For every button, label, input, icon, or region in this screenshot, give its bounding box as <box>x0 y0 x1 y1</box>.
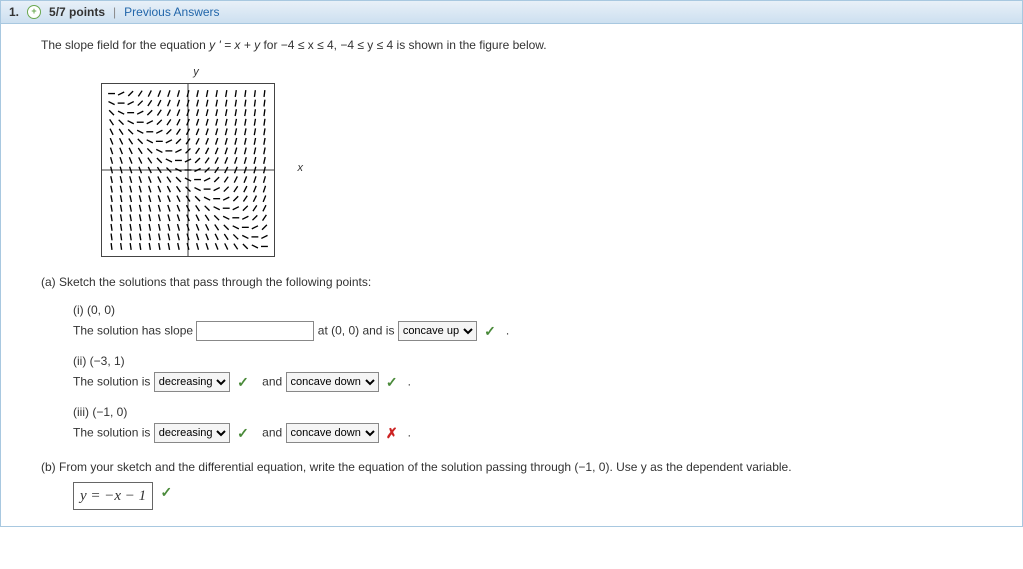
a-iii-select1[interactable]: decreasing <box>154 423 230 443</box>
header-divider: | <box>113 5 116 19</box>
part-b: (b) From your sketch and the differentia… <box>41 458 992 511</box>
a-i-point: (i) (0, 0) <box>73 301 992 319</box>
question-content: The slope field for the equation y ' = x… <box>1 24 1022 526</box>
part-b-label: (b) From your sketch and the differentia… <box>41 458 992 476</box>
a-ii-line: The solution is decreasing ✓ and concave… <box>73 372 992 393</box>
part-a: (a) Sketch the solutions that pass throu… <box>41 273 992 444</box>
a-ii-point: (ii) (−3, 1) <box>73 352 992 370</box>
problem-statement: The slope field for the equation y ' = x… <box>41 36 992 54</box>
check-icon: ✓ <box>386 374 398 390</box>
a-i-t2: at (0, 0) and is <box>318 323 398 337</box>
question-panel: 1. + 5/7 points | Previous Answers The s… <box>0 0 1023 527</box>
a-ii-select2[interactable]: concave down <box>286 372 379 392</box>
part-b-answer-box[interactable]: y = −x − 1 <box>73 482 153 511</box>
part-b-answer: y = −x − 1 <box>80 488 146 504</box>
part-a-ii: (ii) (−3, 1) The solution is decreasing … <box>73 352 992 393</box>
prompt-eq: y ' = x + y <box>209 38 260 52</box>
prompt-t1: The slope field for the equation <box>41 38 209 52</box>
a-iii-t3: . <box>408 425 411 439</box>
a-ii-select1[interactable]: decreasing <box>154 372 230 392</box>
part-a-label: (a) Sketch the solutions that pass throu… <box>41 273 992 291</box>
x-axis-label: x <box>298 160 304 177</box>
a-i-t3: . <box>506 323 509 337</box>
check-icon: ✓ <box>484 323 496 339</box>
previous-answers-link[interactable]: Previous Answers <box>124 5 219 19</box>
prompt-t2: for <box>263 38 280 52</box>
check-icon: ✓ <box>237 374 249 390</box>
y-axis-label: y <box>101 64 291 81</box>
a-iii-line: The solution is decreasing ✓ and concave… <box>73 423 992 444</box>
prompt-range: −4 ≤ x ≤ 4, −4 ≤ y ≤ 4 <box>281 38 393 52</box>
a-i-select[interactable]: concave up <box>398 321 477 341</box>
prompt-t3: is shown in the figure below. <box>397 38 547 52</box>
a-iii-t2: and <box>259 425 286 439</box>
a-iii-select2[interactable]: concave down <box>286 423 379 443</box>
slope-field-figure: y x <box>101 64 291 257</box>
part-a-iii: (iii) (−1, 0) The solution is decreasing… <box>73 403 992 444</box>
part-a-i: (i) (0, 0) The solution has slope at (0,… <box>73 301 992 342</box>
points-text: 5/7 points <box>49 5 105 19</box>
cross-icon: ✗ <box>386 425 398 441</box>
a-iii-t1: The solution is <box>73 425 154 439</box>
check-icon: ✓ <box>237 425 249 441</box>
a-i-line: The solution has slope at (0, 0) and is … <box>73 321 992 342</box>
plus-icon[interactable]: + <box>27 5 41 19</box>
a-ii-t1: The solution is <box>73 374 154 388</box>
check-icon: ✓ <box>161 484 173 500</box>
question-header: 1. + 5/7 points | Previous Answers <box>1 1 1022 24</box>
slope-field-svg <box>101 83 275 257</box>
a-iii-point: (iii) (−1, 0) <box>73 403 992 421</box>
a-ii-t2: and <box>259 374 286 388</box>
a-i-t1: The solution has slope <box>73 323 196 337</box>
a-i-input[interactable] <box>196 321 314 341</box>
question-number: 1. <box>9 5 19 19</box>
a-ii-t3: . <box>408 374 411 388</box>
